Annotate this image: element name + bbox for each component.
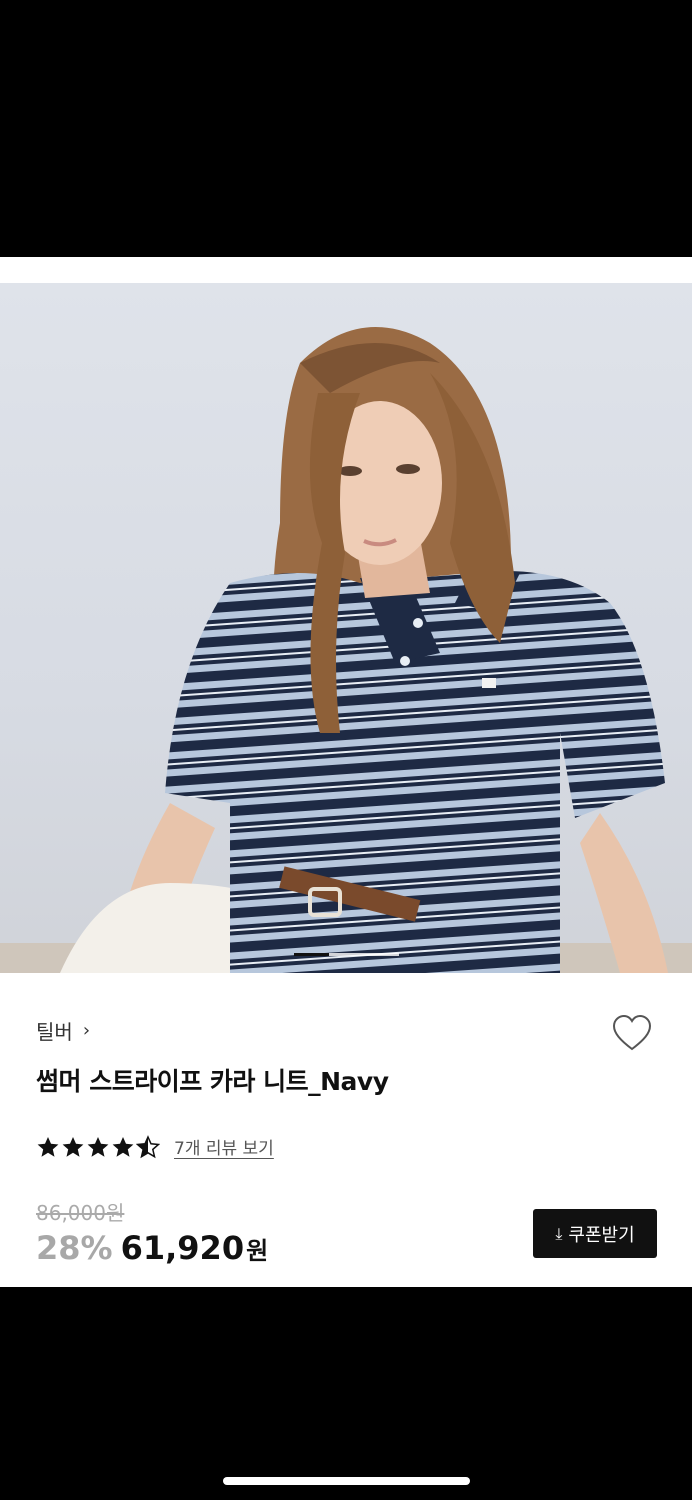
top-black-area xyxy=(0,0,692,257)
product-sheet: 틸버 › 썸머 스트라이프 카라 니트_Navy 7개 리뷰 보기 86,000… xyxy=(0,257,692,1287)
original-price: 86,000원 xyxy=(36,1201,125,1225)
product-image[interactable] xyxy=(0,283,692,973)
brand-link[interactable]: 틸버 › xyxy=(36,1016,90,1045)
review-link[interactable]: 7개 리뷰 보기 xyxy=(174,1134,274,1159)
gallery-indicator-track xyxy=(329,953,399,956)
chevron-right-icon: › xyxy=(82,1020,91,1041)
gallery-indicator-active xyxy=(294,953,329,956)
star-icon xyxy=(37,1136,59,1157)
sale-price: 61,920 xyxy=(120,1229,245,1267)
star-rating xyxy=(36,1134,160,1159)
sale-price-row: 28% 61,920 원 xyxy=(36,1229,268,1267)
coupon-button[interactable]: ⤓ 쿠폰받기 xyxy=(533,1209,657,1258)
star-icon xyxy=(62,1136,84,1157)
rating-row: 7개 리뷰 보기 xyxy=(36,1134,274,1159)
model-photo-illustration xyxy=(0,327,692,973)
home-indicator[interactable] xyxy=(223,1477,470,1485)
discount-rate: 28% xyxy=(36,1229,113,1267)
heart-outline-icon[interactable] xyxy=(612,1014,652,1054)
star-icon xyxy=(87,1136,109,1157)
currency-unit: 원 xyxy=(246,1237,269,1265)
download-icon: ⤓ xyxy=(555,1223,563,1243)
product-title: 썸머 스트라이프 카라 니트_Navy xyxy=(36,1067,389,1096)
star-icon xyxy=(112,1136,134,1157)
star-half-icon xyxy=(136,1134,160,1158)
gallery-indicator xyxy=(294,953,399,956)
coupon-button-label: 쿠폰받기 xyxy=(568,1224,635,1246)
brand-name: 틸버 xyxy=(36,1020,73,1044)
